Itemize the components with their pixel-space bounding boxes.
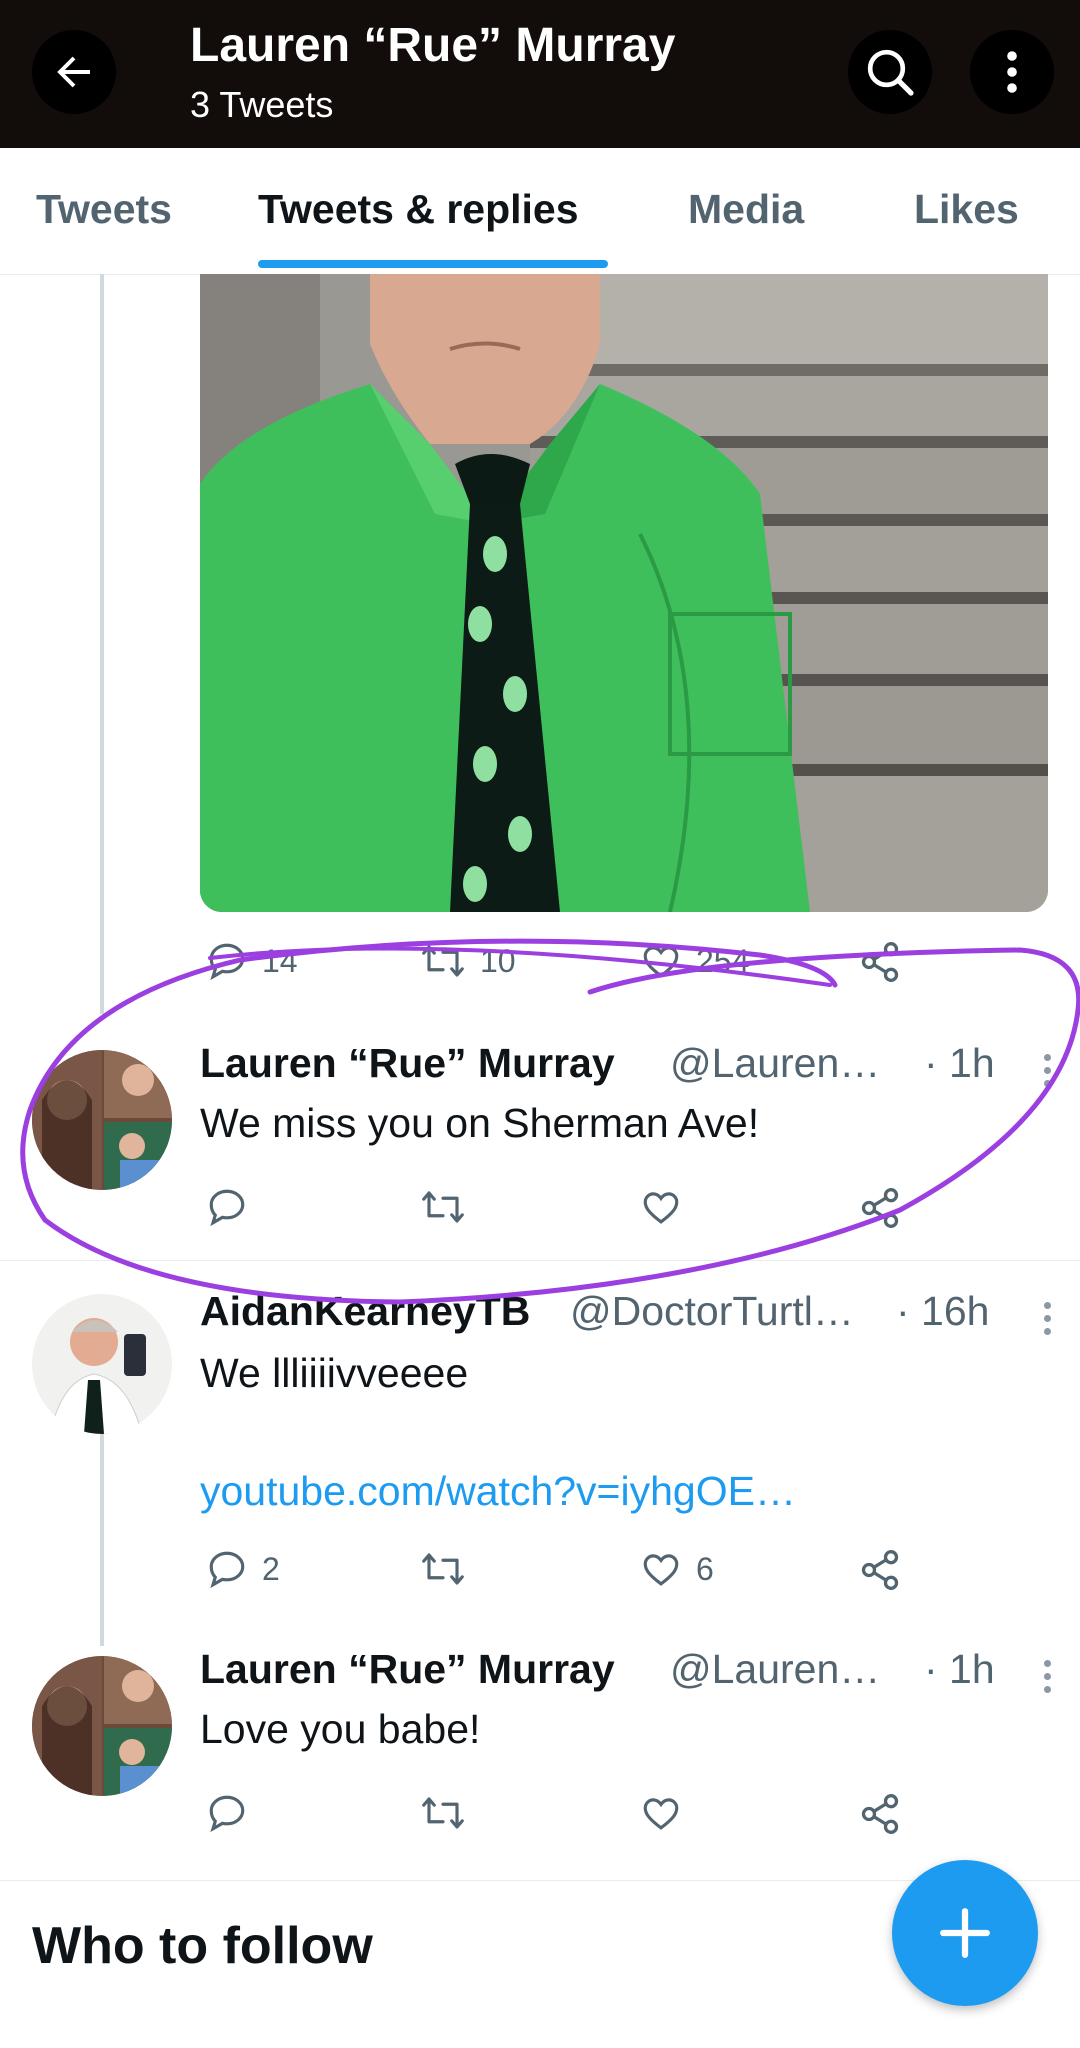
who-to-follow-heading: Who to follow (32, 1917, 373, 1975)
reply-button[interactable]: 14 (206, 940, 298, 982)
share-icon (861, 1550, 899, 1590)
tweet-timestamp: · 1h (924, 1040, 995, 1086)
heart-icon (643, 1554, 679, 1586)
avatar-image (32, 1294, 172, 1434)
reply-button[interactable]: 2 (206, 1548, 280, 1590)
plus-icon (940, 1908, 990, 1958)
avatar[interactable] (32, 1294, 172, 1434)
retweet-button[interactable]: 10 (420, 940, 516, 982)
retweet-icon (422, 1797, 464, 1829)
like-button[interactable] (640, 1792, 696, 1834)
tweet-author-handle[interactable]: @Lauren… (670, 1040, 880, 1087)
heart-icon (643, 1798, 679, 1830)
search-icon (867, 49, 914, 96)
reply-button[interactable] (206, 1792, 262, 1834)
tab-tweets-and-replies[interactable]: Tweets & replies (258, 186, 579, 233)
tab-media[interactable]: Media (688, 186, 804, 233)
share-icon (861, 942, 899, 982)
tab-tweets[interactable]: Tweets (36, 186, 172, 233)
arrow-left-icon (57, 56, 90, 88)
retweet-icon (422, 1553, 464, 1585)
tweet-text: We miss you on Sherman Ave! (200, 1100, 760, 1146)
avatar-image (32, 1656, 172, 1796)
share-button[interactable] (858, 1186, 902, 1230)
share-icon (861, 1794, 899, 1834)
like-button[interactable]: 254 (640, 940, 749, 982)
more-vertical-icon (1007, 51, 1017, 93)
tweet-text: We llliiiivveeee (200, 1350, 469, 1396)
reply-icon (209, 1795, 245, 1833)
more-options-button[interactable] (970, 30, 1054, 114)
tweet-author-name[interactable]: Lauren “Rue” Murray (200, 1040, 615, 1087)
share-button[interactable] (858, 1548, 902, 1592)
tweet-author-name[interactable]: Lauren “Rue” Murray (200, 1646, 615, 1693)
tweet-author-handle[interactable]: @DoctorTurtl… (570, 1288, 854, 1335)
tweet-text: Love you babe! (200, 1706, 481, 1752)
compose-tweet-button[interactable] (892, 1860, 1038, 2006)
reply-button[interactable] (206, 1186, 262, 1228)
reply-count: 2 (262, 1550, 280, 1587)
retweet-count: 10 (480, 942, 516, 979)
tweet-timestamp: · 16h (896, 1288, 990, 1334)
thread-line (100, 274, 104, 1014)
tweet-author-handle[interactable]: @Lauren… (670, 1646, 880, 1693)
tweet-more-icon[interactable] (1042, 1660, 1052, 1693)
tweet-timestamp: · 1h (924, 1646, 995, 1692)
like-button[interactable] (640, 1186, 696, 1228)
retweet-button[interactable] (420, 1186, 480, 1228)
share-icon (861, 1188, 899, 1228)
heart-icon (643, 1192, 679, 1224)
reply-icon (209, 1189, 245, 1227)
retweet-button[interactable] (420, 1792, 480, 1834)
like-button[interactable]: 6 (640, 1548, 714, 1590)
search-button[interactable] (848, 30, 932, 114)
avatar-image (32, 1050, 172, 1190)
share-button[interactable] (858, 1792, 902, 1836)
avatar[interactable] (32, 1656, 172, 1796)
back-button[interactable] (32, 30, 116, 114)
tweet-more-icon[interactable] (1042, 1054, 1052, 1087)
photo-illustration (200, 274, 1048, 912)
tweet-author-name[interactable]: AidanKearneyTB (200, 1288, 530, 1335)
tab-likes[interactable]: Likes (914, 186, 1019, 233)
like-count: 254 (696, 942, 750, 979)
tweet-more-icon[interactable] (1042, 1302, 1052, 1335)
top-app-bar: Lauren “Rue” Murray 3 Tweets (0, 0, 1080, 148)
thread-line (100, 1434, 104, 1646)
share-button[interactable] (858, 940, 902, 984)
reply-icon (209, 943, 245, 981)
reply-icon (209, 1551, 245, 1589)
tweet-divider (0, 1260, 1080, 1261)
tweet-link[interactable]: youtube.com/watch?v=iyhgOE… (200, 1468, 796, 1515)
like-count: 6 (696, 1550, 714, 1587)
avatar[interactable] (32, 1050, 172, 1190)
reply-count: 14 (262, 942, 298, 979)
tweet-photo[interactable] (200, 274, 1048, 912)
heart-icon (643, 946, 679, 978)
retweet-icon (422, 1191, 464, 1223)
tweet-count: 3 Tweets (190, 84, 334, 125)
retweet-button[interactable] (420, 1548, 480, 1590)
active-tab-indicator (258, 260, 608, 268)
profile-name-title: Lauren “Rue” Murray (190, 19, 676, 72)
retweet-icon (422, 945, 464, 977)
profile-tabs: Tweets Tweets & replies Media Likes (0, 148, 1080, 275)
